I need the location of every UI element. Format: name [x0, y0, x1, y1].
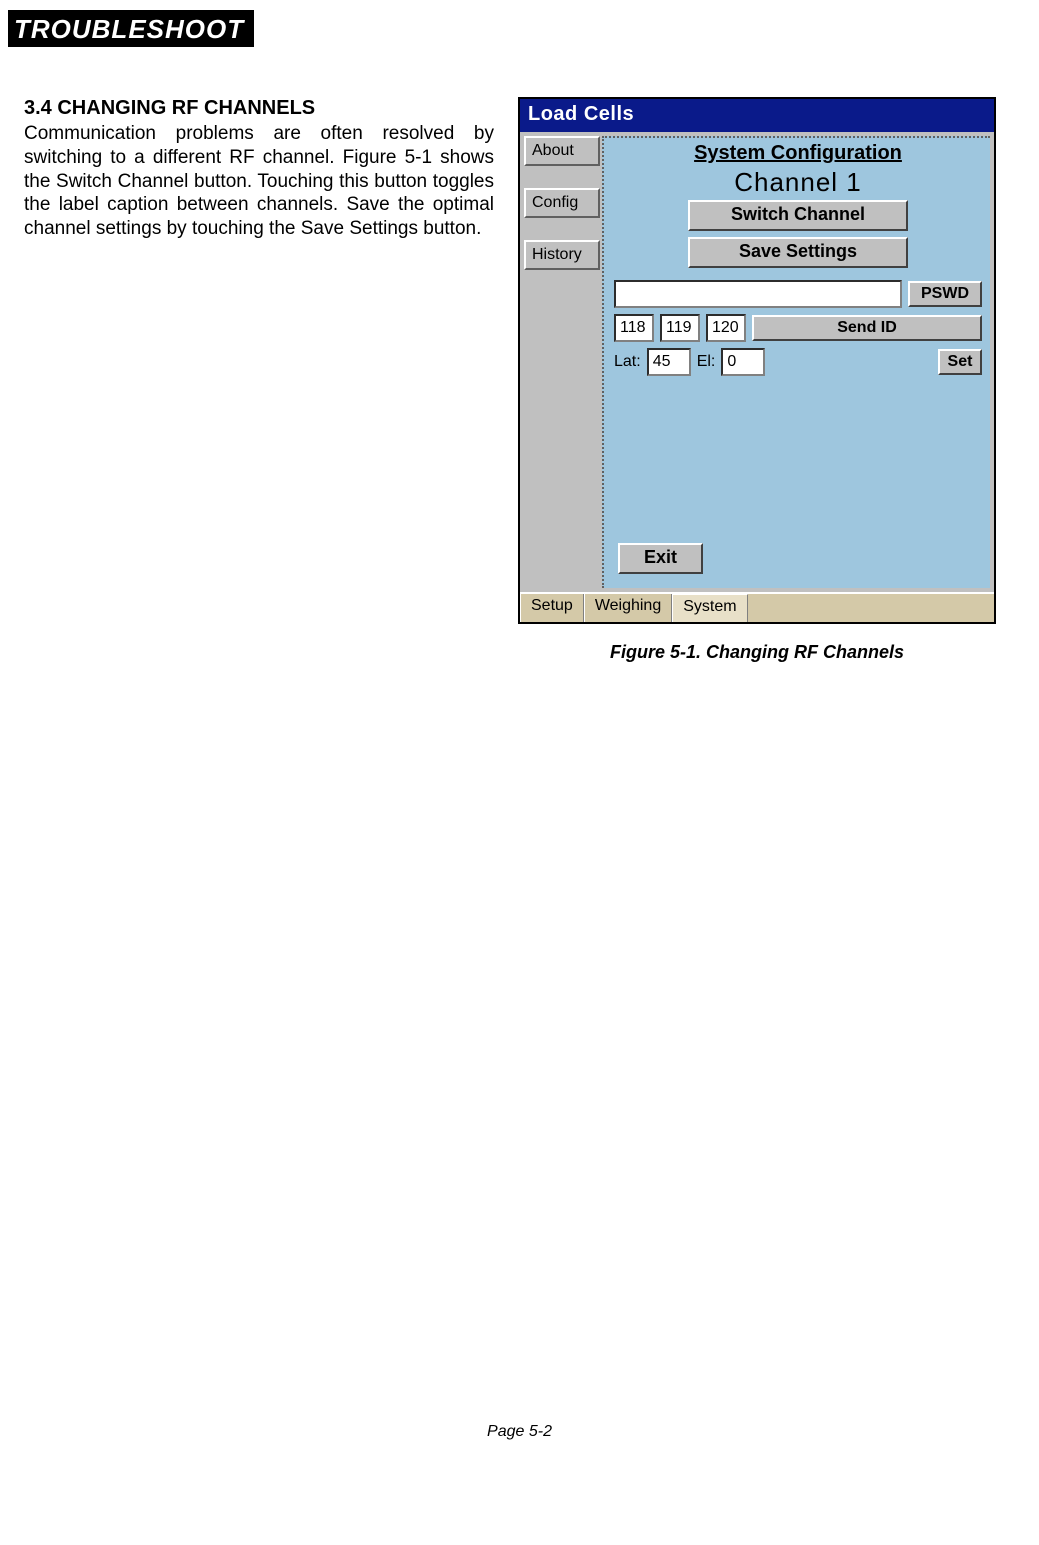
bottom-tab-setup[interactable]: Setup	[520, 594, 584, 622]
page-header: Troubleshoot	[8, 10, 254, 47]
channel-label: Channel 1	[614, 167, 982, 200]
side-tabs: About Config History	[520, 132, 602, 592]
section-body: Communication problems are often resolve…	[24, 122, 494, 241]
page-footer: Page 5-2	[0, 1423, 1039, 1461]
pswd-button[interactable]: PSWD	[908, 281, 982, 307]
id3-input[interactable]	[706, 314, 746, 342]
panel-title: System Configuration	[614, 142, 982, 165]
set-button[interactable]: Set	[938, 349, 982, 375]
sendid-row: Send ID	[614, 314, 982, 342]
side-tab-config[interactable]: Config	[524, 188, 600, 218]
id2-input[interactable]	[660, 314, 700, 342]
side-tab-history[interactable]: History	[524, 240, 600, 270]
app-window: Load Cells About Config History System C…	[518, 97, 996, 624]
bottom-tabs: Setup Weighing System	[520, 592, 994, 622]
text-column: 3.4 CHANGING RF CHANNELS Communication p…	[24, 97, 494, 663]
figure-caption: Figure 5-1. Changing RF Channels	[518, 642, 996, 663]
content-area: 3.4 CHANGING RF CHANNELS Communication p…	[0, 47, 1039, 663]
side-tab-about[interactable]: About	[524, 136, 600, 166]
section-heading: 3.4 CHANGING RF CHANNELS	[24, 97, 494, 120]
switch-channel-button[interactable]: Switch Channel	[688, 200, 908, 231]
main-panel: System Configuration Channel 1 Switch Ch…	[602, 136, 990, 588]
id1-input[interactable]	[614, 314, 654, 342]
latel-row: Lat: El: Set	[614, 348, 982, 376]
lat-input[interactable]	[647, 348, 691, 376]
bottom-tab-weighing[interactable]: Weighing	[584, 594, 672, 622]
pswd-input[interactable]	[614, 280, 902, 308]
lat-label: Lat:	[614, 353, 641, 371]
pswd-row: PSWD	[614, 280, 982, 308]
window-titlebar: Load Cells	[520, 99, 994, 132]
el-input[interactable]	[721, 348, 765, 376]
window-body: About Config History System Configuratio…	[520, 132, 994, 592]
el-label: El:	[697, 353, 716, 371]
exit-button[interactable]: Exit	[618, 543, 703, 574]
save-settings-button[interactable]: Save Settings	[688, 237, 908, 268]
bottom-tab-system[interactable]: System	[672, 594, 747, 622]
figure-column: Load Cells About Config History System C…	[518, 97, 1015, 663]
sendid-button[interactable]: Send ID	[752, 315, 982, 341]
